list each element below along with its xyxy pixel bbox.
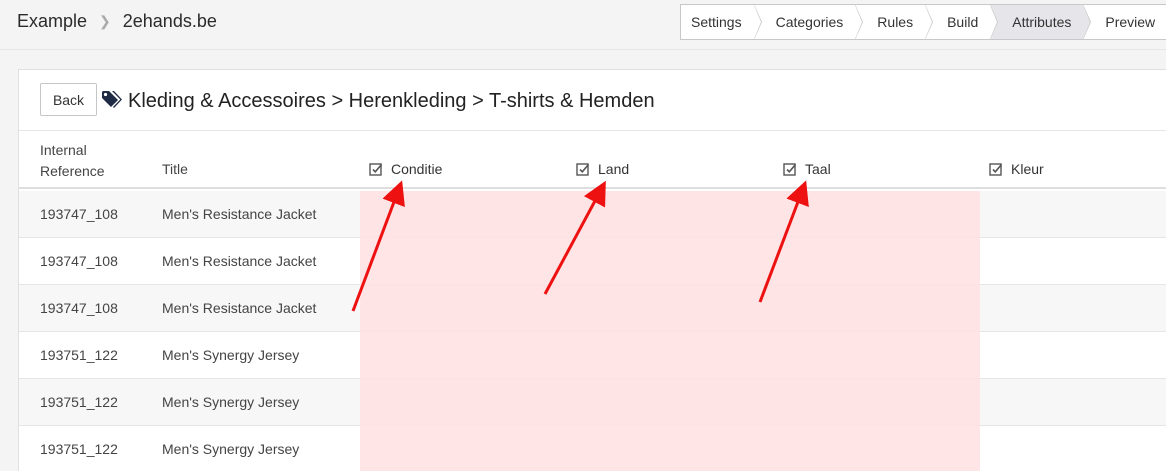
step-build[interactable]: Build <box>925 4 999 40</box>
header-attr-label: Conditie <box>391 161 443 177</box>
cell-title: Men's Resistance Jacket <box>162 300 317 316</box>
table-header: Internal Reference Title Conditie Land T… <box>19 131 1166 189</box>
table-row[interactable]: 193751_122 Men's Synergy Jersey <box>19 379 1166 426</box>
header-attr-kleur[interactable]: Kleur <box>989 161 1044 177</box>
step-preview[interactable]: Preview <box>1083 5 1166 39</box>
cell-internal-reference: 193751_122 <box>40 441 118 457</box>
step-attributes[interactable]: Attributes <box>990 4 1092 40</box>
tag-icon <box>102 91 122 108</box>
table-row[interactable]: 193747_108 Men's Resistance Jacket <box>19 191 1166 238</box>
cell-title: Men's Resistance Jacket <box>162 206 317 222</box>
step-settings[interactable]: Settings <box>681 4 762 40</box>
header-attr-conditie[interactable]: Conditie <box>369 161 442 177</box>
chevron-right-icon: ❯ <box>99 13 111 29</box>
cell-internal-reference: 193747_108 <box>40 300 118 316</box>
cell-title: Men's Synergy Jersey <box>162 394 300 410</box>
breadcrumb-current: 2ehands.be <box>122 11 217 31</box>
top-bar: Example ❯ 2ehands.be Settings Categories… <box>0 0 1166 50</box>
cell-title: Men's Resistance Jacket <box>162 253 317 269</box>
header-title: Title <box>162 161 188 177</box>
cell-internal-reference: 193751_122 <box>40 394 118 410</box>
attributes-card: Back Kleding & Accessoires > Herenkledin… <box>18 69 1166 471</box>
table-row[interactable]: 193747_108 Men's Resistance Jacket <box>19 285 1166 332</box>
checked-box-icon[interactable] <box>369 162 383 176</box>
checked-box-icon[interactable] <box>576 162 590 176</box>
card-header: Back Kleding & Accessoires > Herenkledin… <box>19 70 1166 131</box>
back-button[interactable]: Back <box>40 83 97 116</box>
header-attr-label: Taal <box>805 161 831 177</box>
header-attr-taal[interactable]: Taal <box>783 161 831 177</box>
cell-title: Men's Synergy Jersey <box>162 347 300 363</box>
checked-box-icon[interactable] <box>783 162 797 176</box>
header-attr-label: Land <box>598 161 630 177</box>
checked-box-icon[interactable] <box>989 162 1003 176</box>
cell-internal-reference: 193747_108 <box>40 253 118 269</box>
step-categories[interactable]: Categories <box>753 4 863 40</box>
table-row[interactable]: 193751_122 Men's Synergy Jersey <box>19 426 1166 471</box>
cell-internal-reference: 193747_108 <box>40 206 118 222</box>
header-attr-land[interactable]: Land <box>576 161 629 177</box>
wizard-steps: Settings Categories Rules Build Attribut… <box>680 4 1166 40</box>
breadcrumb: Example ❯ 2ehands.be <box>17 11 217 32</box>
category-path: Kleding & Accessoires > Herenkleding > T… <box>128 90 655 112</box>
step-rules[interactable]: Rules <box>855 4 933 40</box>
table-row[interactable]: 193751_122 Men's Synergy Jersey <box>19 332 1166 379</box>
header-internal-reference: Internal Reference <box>40 142 105 179</box>
table-row[interactable]: 193747_108 Men's Resistance Jacket <box>19 238 1166 285</box>
breadcrumb-root[interactable]: Example <box>17 11 87 32</box>
cell-title: Men's Synergy Jersey <box>162 441 300 457</box>
header-attr-label: Kleur <box>1011 161 1044 177</box>
cell-internal-reference: 193751_122 <box>40 347 118 363</box>
